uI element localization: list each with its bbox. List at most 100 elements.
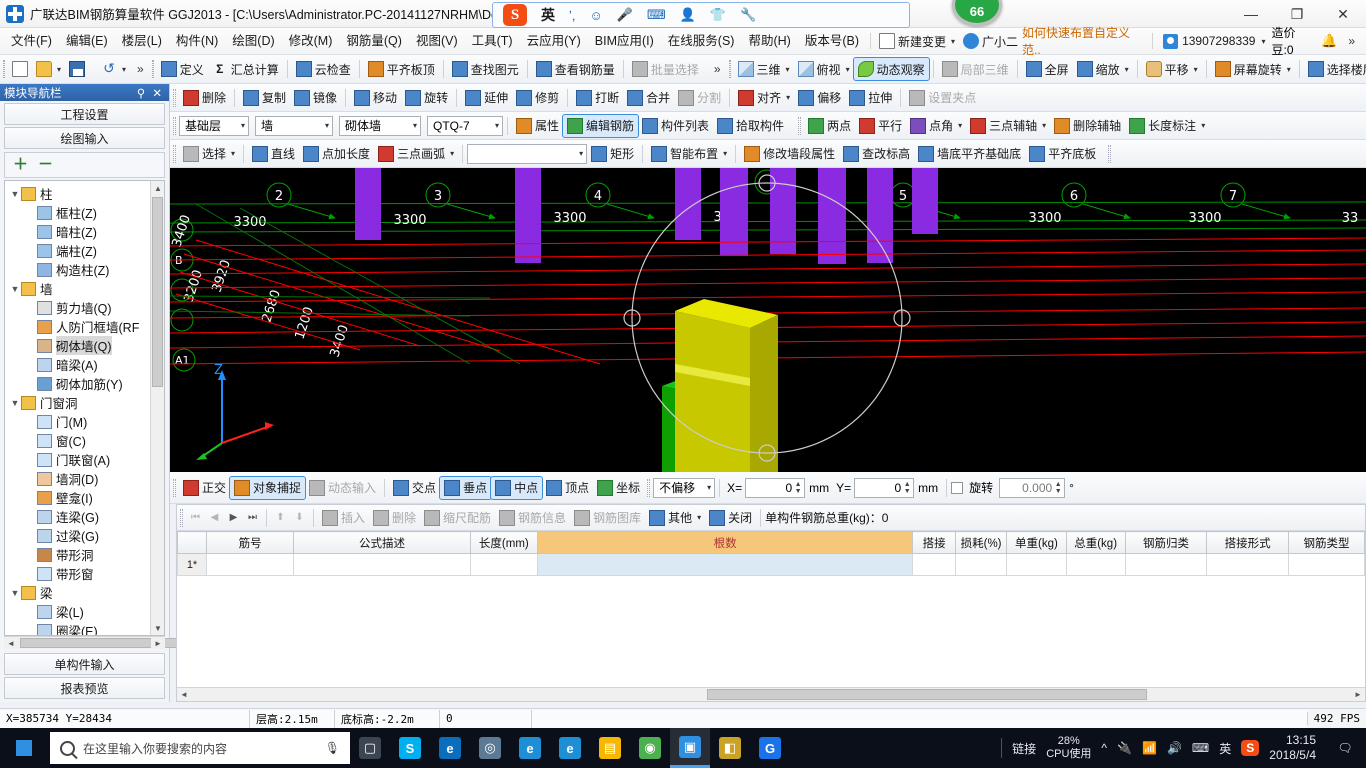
tb4-point-length[interactable]: 点加长度 xyxy=(299,143,374,165)
drawing-input-button[interactable]: 绘图输入 xyxy=(4,127,165,149)
tree-node-3[interactable]: 端柱(Z) xyxy=(9,241,150,260)
menu-item-7[interactable]: 视图(V) xyxy=(409,30,465,52)
toolbar-grip-2[interactable] xyxy=(151,60,154,78)
component-name-select-chevron-down-icon[interactable]: ▾ xyxy=(493,121,499,130)
tb3-properties[interactable]: 属性 xyxy=(512,115,563,137)
tb1view-fullscreen[interactable]: 全屏 xyxy=(1022,58,1073,80)
table-cell-8[interactable] xyxy=(1124,553,1208,576)
tb1view-zoom-chevron-down-icon[interactable]: ▾ xyxy=(1123,65,1129,74)
3d-viewport[interactable]: 23 45 67 33003300 33003300 33003300 33 xyxy=(170,168,1366,472)
table-cell-5[interactable] xyxy=(954,553,1008,576)
column-header-3[interactable]: 根数 xyxy=(536,531,914,554)
tb1-sigma[interactable]: Σ 汇总计算 xyxy=(208,58,283,80)
file-explorer-icon[interactable]: ▤ xyxy=(590,728,630,768)
tree-node-15[interactable]: 墙洞(D) xyxy=(9,469,150,488)
tree-node-7[interactable]: 人防门框墙(RF xyxy=(9,317,150,336)
tb4b-rectangle[interactable]: 矩形 xyxy=(587,143,638,165)
ggj-icon[interactable]: ◧ xyxy=(710,728,750,768)
spiral-icon[interactable]: ◎ xyxy=(470,728,510,768)
tree-node-2[interactable]: 暗柱(Z) xyxy=(9,222,150,241)
tree-node-6[interactable]: 剪力墙(Q) xyxy=(9,298,150,317)
menu-overflow-button[interactable]: » xyxy=(1343,34,1360,48)
offset-chevron-down-icon[interactable]: ▾ xyxy=(705,483,711,492)
tb3axis-three-point-axis[interactable]: 三点辅轴 ▾ xyxy=(966,115,1050,137)
action-center-icon[interactable]: 🗨 xyxy=(1330,728,1360,768)
tree-scroll-down-icon[interactable]: ▼ xyxy=(151,621,164,635)
microphone-icon[interactable]: 🎙 xyxy=(325,741,340,755)
column-header-6[interactable]: 单重(kg) xyxy=(1006,531,1067,554)
tb4-cursor[interactable]: 选择 ▾ xyxy=(179,143,239,165)
account-chevron-down-icon[interactable]: ▾ xyxy=(1259,37,1265,46)
tree-node-19[interactable]: 带形洞 xyxy=(9,545,150,564)
column-header-7[interactable]: 总重(kg) xyxy=(1065,531,1126,554)
tb1view-cube-chevron-down-icon[interactable]: ▾ xyxy=(784,65,790,74)
floor-select[interactable]: 基础层 ▾ xyxy=(179,115,249,136)
tree-scroll-left-icon[interactable]: ◄ xyxy=(4,637,18,649)
tree-scroll-right-icon[interactable]: ► xyxy=(151,637,165,649)
open-file-button[interactable]: ▾ xyxy=(32,58,65,80)
keyboard-icon[interactable]: ⌨ xyxy=(1192,741,1209,755)
tb2-break[interactable]: 打断 xyxy=(572,87,623,109)
rotate-spinner-icon[interactable]: ▲ ▼ xyxy=(1053,480,1063,496)
tb1view-top-view[interactable]: 俯视 ▾ xyxy=(794,58,854,80)
rebar-grid[interactable]: 筋号 公式描述 长度(mm) 根数 搭接 损耗(%) 单重(kg) 总重(kg) 钢筋归类 搭接形… xyxy=(177,531,1365,687)
undo-chevron-down-icon[interactable]: ▾ xyxy=(120,65,126,74)
tree-node-5[interactable]: ▼ 墙 xyxy=(9,279,150,298)
last-record-button[interactable]: ⏭ xyxy=(243,508,262,527)
y-coordinate-input[interactable]: 0 ▲ ▼ xyxy=(854,477,915,498)
snapbar-grip[interactable] xyxy=(173,478,176,497)
arc-style-select[interactable]: ▾ xyxy=(467,143,588,164)
component-type-select-chevron-down-icon[interactable]: ▾ xyxy=(323,121,329,130)
tb4b-wall-base-align[interactable]: 墙底平齐基础底 xyxy=(914,143,1025,165)
tip-link[interactable]: 如何快速布置自定义范.. xyxy=(1022,24,1142,58)
tree-node-23[interactable]: 圈梁(E) xyxy=(9,621,150,635)
table-cell-7[interactable] xyxy=(1065,553,1126,576)
rotate-input[interactable]: 0.000 ▲ ▼ xyxy=(999,477,1066,498)
tb3axis-two-point[interactable]: 两点 xyxy=(804,115,855,137)
tb3axis-length-dimension[interactable]: 长度标注 ▾ xyxy=(1125,115,1209,137)
floor-select-chevron-down-icon[interactable]: ▾ xyxy=(239,121,245,130)
ime-tools-icon[interactable]: 🔧 xyxy=(740,7,756,23)
tb1view-orbit[interactable]: 动态观察 xyxy=(852,57,930,81)
notification-bell-icon[interactable]: 🔔 xyxy=(1321,33,1337,49)
tb4-three-point-arc-chevron-down-icon[interactable]: ▾ xyxy=(448,149,454,158)
menu-item-1[interactable]: 编辑(E) xyxy=(59,30,115,52)
table-cell-10[interactable] xyxy=(1287,553,1365,576)
tb4b-check-elevation[interactable]: 查改标高 xyxy=(839,143,914,165)
rebar-horizontal-scrollbar[interactable]: ◄ ► xyxy=(177,687,1365,701)
sogou-logo-icon[interactable]: S xyxy=(503,4,527,26)
toolbar-grip-3[interactable] xyxy=(728,60,731,78)
ime-skin-icon[interactable]: 👕 xyxy=(710,7,726,23)
tree-horizontal-scrollbar[interactable]: ◄ ► xyxy=(4,636,210,649)
collapse-all-icon[interactable]: － xyxy=(38,157,53,172)
account-chip[interactable]: 13907298339 ▾ xyxy=(1163,33,1266,49)
tray-sogou-icon[interactable]: S xyxy=(1241,740,1260,756)
panel-close-icon[interactable]: ✕ xyxy=(152,86,162,100)
table-row[interactable]: 1* xyxy=(177,553,1365,576)
rebar-table-body[interactable]: 1* xyxy=(177,553,1365,576)
draw-toolbar-grip-2[interactable] xyxy=(1108,144,1112,163)
x-spinner-icon[interactable]: ▲ ▼ xyxy=(793,480,803,496)
report-preview-button[interactable]: 报表预览 xyxy=(4,677,165,699)
tb1-cloud-check[interactable]: 云检查 xyxy=(292,58,355,80)
table-cell-4[interactable] xyxy=(912,553,956,576)
volume-icon[interactable]: 🔊 xyxy=(1167,741,1182,755)
y-spinner-icon[interactable]: ▲ ▼ xyxy=(902,480,912,496)
tree-node-1[interactable]: 框柱(Z) xyxy=(9,203,150,222)
wifi-icon[interactable]: 📶 xyxy=(1142,741,1157,755)
edit-toolbar-grip[interactable] xyxy=(173,88,176,107)
tb3-pick-component[interactable]: 拾取构件 xyxy=(713,115,788,137)
edge2-icon[interactable]: e xyxy=(550,728,590,768)
component-subtype-select[interactable]: 砌体墙 ▾ xyxy=(339,115,421,136)
menu-item-3[interactable]: 构件(N) xyxy=(169,30,225,52)
chevron-down-icon[interactable]: ▾ xyxy=(949,37,955,46)
ime-floating-bar[interactable]: S 英 ʼ, ☺ 🎤 ⌨ 👤 👕 🔧 xyxy=(492,2,910,28)
tb1view-zoom[interactable]: 缩放 ▾ xyxy=(1073,58,1133,80)
table-cell-9[interactable] xyxy=(1206,553,1289,576)
rebar-hscroll-thumb[interactable] xyxy=(707,689,1147,700)
tree-node-8[interactable]: 砌体墙(Q) xyxy=(9,336,150,355)
ime-voice-icon[interactable]: 🎤 xyxy=(617,7,633,23)
tb4b-smart-layout[interactable]: 智能布置 ▾ xyxy=(647,143,731,165)
first-record-button[interactable]: ⏮ xyxy=(186,508,205,527)
tb3axis-point-angle[interactable]: 点角 ▾ xyxy=(906,115,966,137)
